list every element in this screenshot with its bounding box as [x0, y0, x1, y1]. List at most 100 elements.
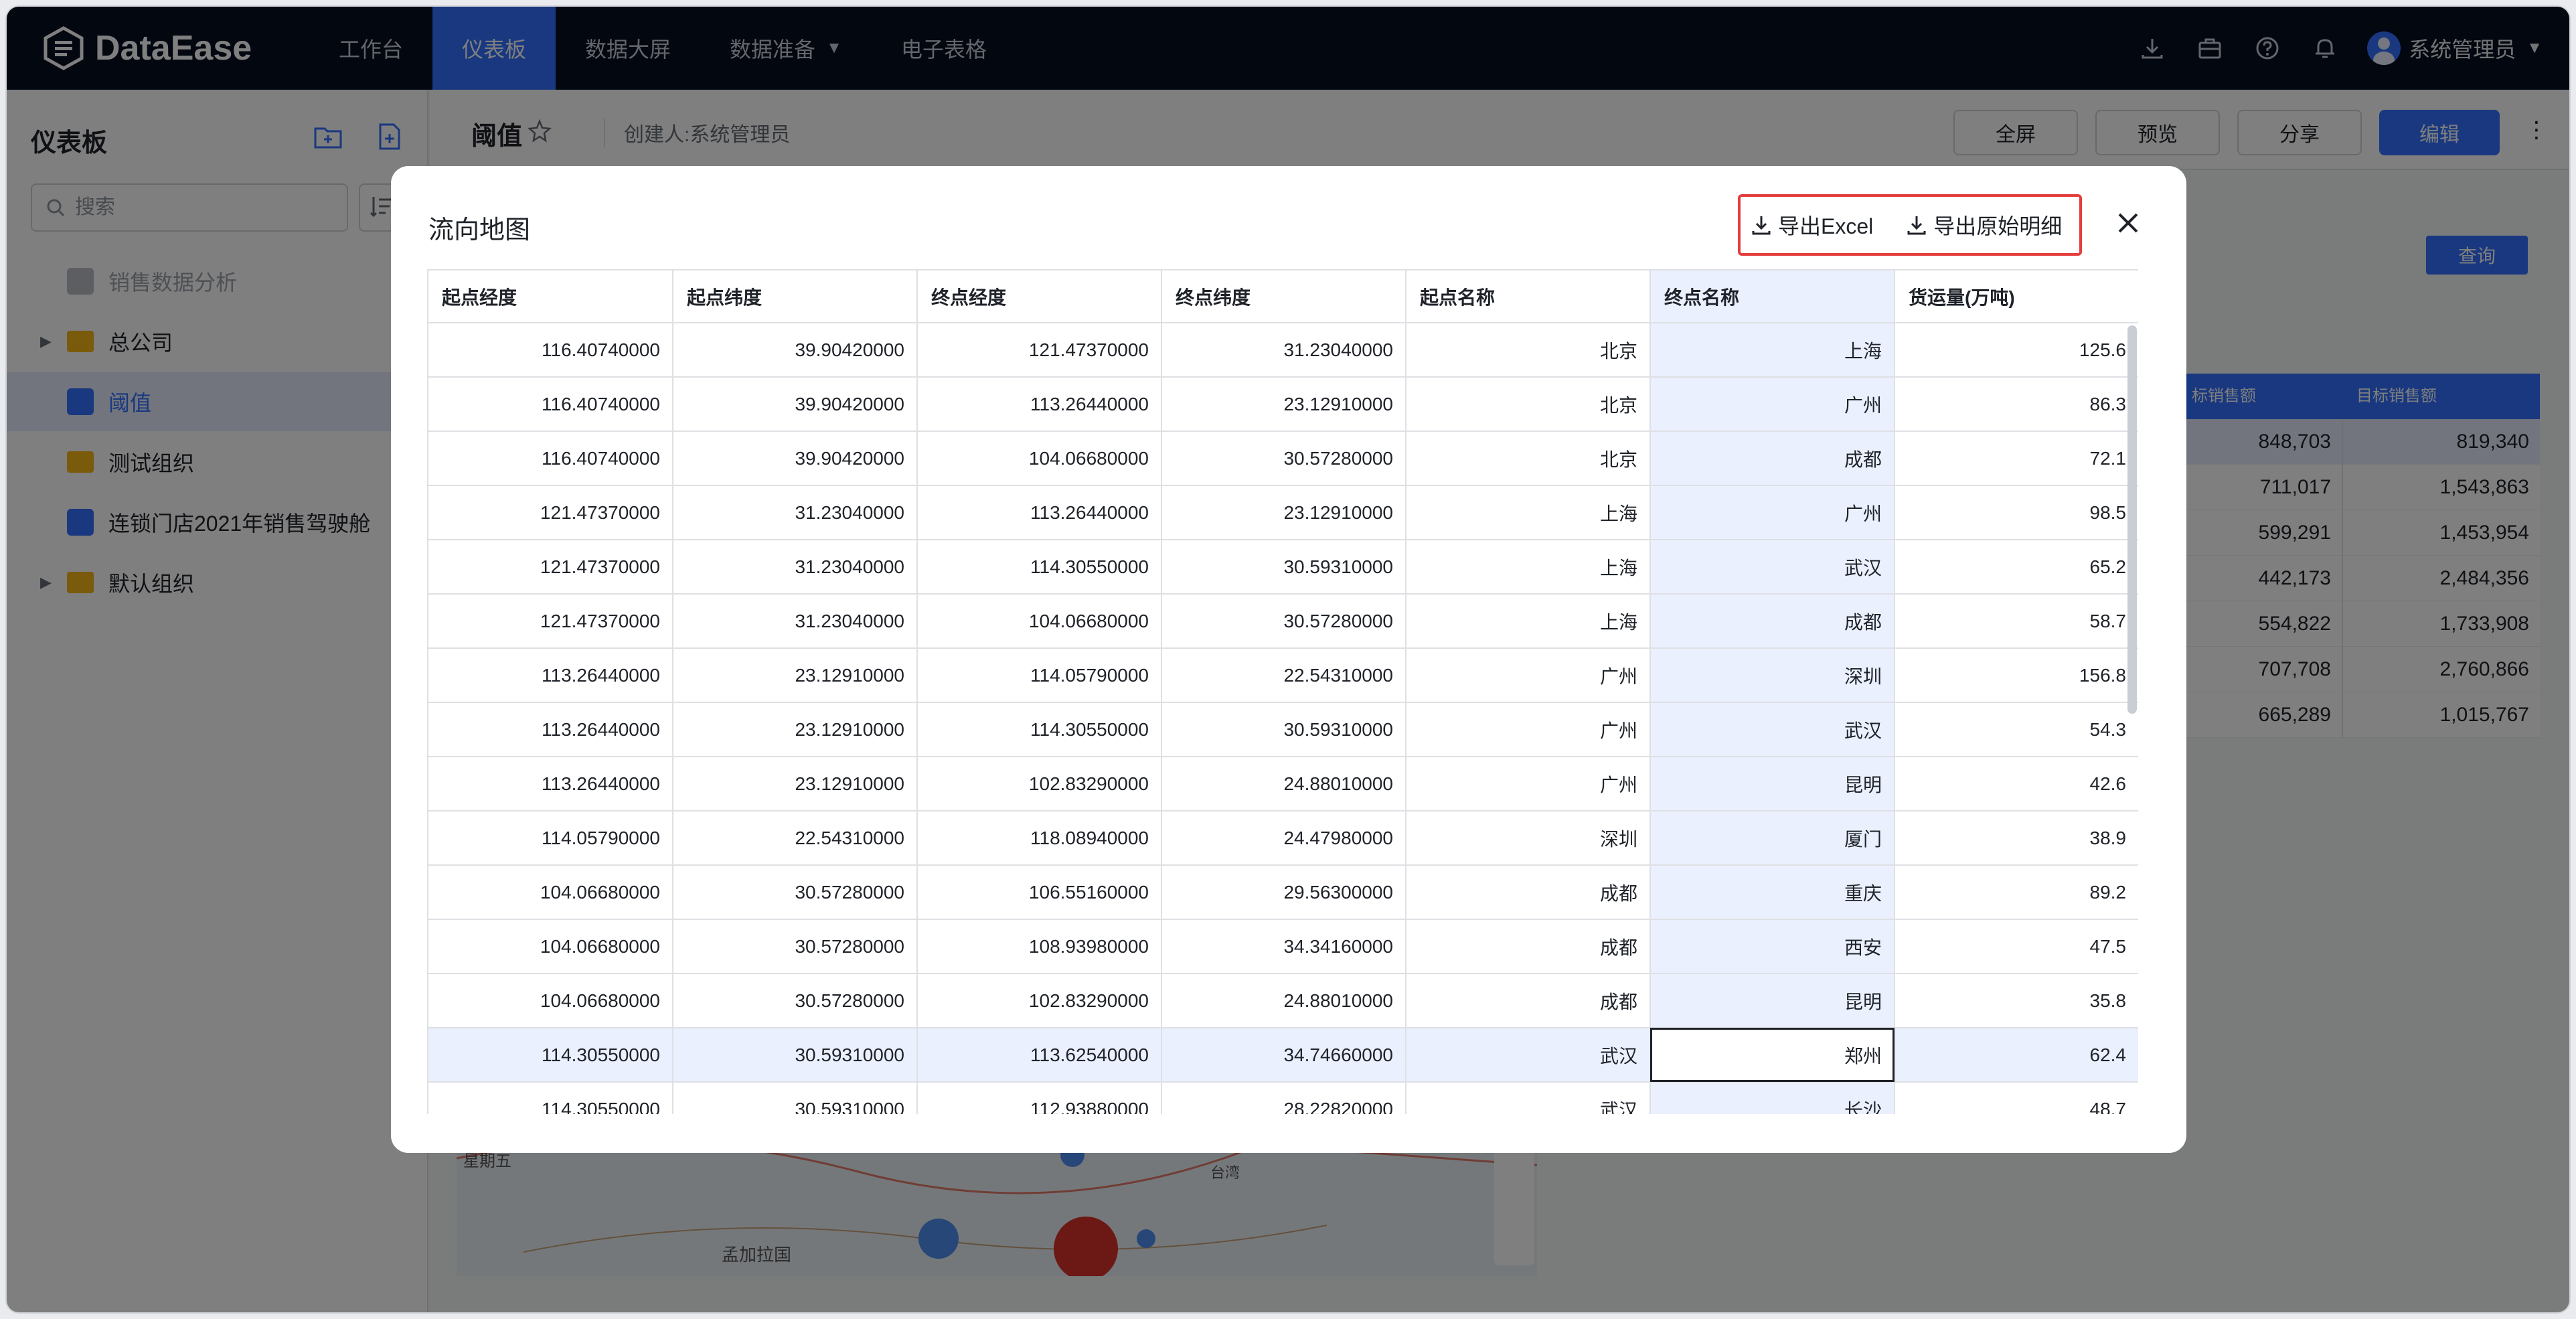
- table-cell[interactable]: 104.06680000: [917, 594, 1162, 649]
- table-cell[interactable]: 113.26440000: [917, 485, 1162, 540]
- table-cell[interactable]: 86.3: [1895, 377, 2138, 432]
- table-cell[interactable]: 47.5: [1895, 919, 2138, 974]
- table-cell[interactable]: 58.7: [1895, 594, 2138, 649]
- table-row[interactable]: 121.47370000 31.23040000 104.06680000 30.57…: [428, 594, 2138, 649]
- table-cell[interactable]: 武汉: [1406, 1082, 1651, 1114]
- table-cell[interactable]: 成都: [1406, 974, 1651, 1028]
- table-cell[interactable]: 成都: [1406, 865, 1651, 920]
- table-row[interactable]: 116.40740000 39.90420000 113.26440000 23.12…: [428, 377, 2138, 432]
- table-cell[interactable]: 29.56300000: [1161, 865, 1406, 920]
- table-cell[interactable]: 48.7: [1895, 1082, 2138, 1114]
- table-cell[interactable]: 23.12910000: [673, 757, 918, 811]
- table-row[interactable]: 113.26440000 23.12910000 114.30550000 30.59…: [428, 702, 2138, 757]
- table-cell[interactable]: 118.08940000: [917, 811, 1162, 866]
- table-row[interactable]: 104.06680000 30.57280000 106.55160000 29.56…: [428, 865, 2138, 920]
- detail-table[interactable]: 起点经度 起点纬度 终点经度 终点纬度 起点名称 终点名称 货运量(万吨) 11…: [427, 269, 2138, 1114]
- table-cell[interactable]: 35.8: [1895, 974, 2138, 1028]
- table-cell[interactable]: 39.90420000: [673, 377, 918, 432]
- table-cell[interactable]: 厦门: [1650, 811, 1895, 866]
- column-header[interactable]: 起点经度: [428, 270, 673, 323]
- table-cell[interactable]: 30.57280000: [673, 919, 918, 974]
- table-cell[interactable]: 116.40740000: [428, 377, 673, 432]
- table-cell[interactable]: 昆明: [1650, 974, 1895, 1028]
- table-cell[interactable]: 成都: [1650, 594, 1895, 649]
- table-row[interactable]: 113.26440000 23.12910000 102.83290000 24.88…: [428, 757, 2138, 811]
- table-cell[interactable]: 54.3: [1895, 702, 2138, 757]
- table-row[interactable]: 104.06680000 30.57280000 108.93980000 34.34…: [428, 919, 2138, 974]
- table-row[interactable]: 116.40740000 39.90420000 121.47370000 31.23…: [428, 323, 2138, 378]
- table-cell[interactable]: 114.05790000: [917, 648, 1162, 703]
- table-cell[interactable]: 113.26440000: [428, 702, 673, 757]
- column-header[interactable]: 货运量(万吨): [1895, 270, 2138, 323]
- table-cell[interactable]: 上海: [1650, 323, 1895, 378]
- table-row[interactable]: 114.05790000 22.54310000 118.08940000 24.47…: [428, 811, 2138, 866]
- table-cell[interactable]: 104.06680000: [428, 919, 673, 974]
- table-cell[interactable]: 上海: [1406, 540, 1651, 595]
- table-cell[interactable]: 42.6: [1895, 757, 2138, 811]
- table-cell[interactable]: 112.93880000: [917, 1082, 1162, 1114]
- table-cell[interactable]: 广州: [1650, 377, 1895, 432]
- table-row[interactable]: 116.40740000 39.90420000 104.06680000 30.57…: [428, 431, 2138, 486]
- column-header[interactable]: 起点纬度: [673, 270, 918, 323]
- close-icon[interactable]: [2111, 206, 2145, 240]
- table-cell[interactable]: 114.30550000: [917, 540, 1162, 595]
- table-cell[interactable]: 深圳: [1650, 648, 1895, 703]
- table-cell[interactable]: 24.47980000: [1161, 811, 1406, 866]
- table-row[interactable]: 113.26440000 23.12910000 114.05790000 22.54…: [428, 648, 2138, 703]
- table-cell[interactable]: 30.57280000: [1161, 431, 1406, 486]
- table-cell[interactable]: 23.12910000: [673, 648, 918, 703]
- table-cell[interactable]: 郑州: [1650, 1028, 1895, 1083]
- table-cell[interactable]: 104.06680000: [428, 974, 673, 1028]
- table-cell[interactable]: 102.83290000: [917, 757, 1162, 811]
- table-cell[interactable]: 39.90420000: [673, 323, 918, 378]
- table-cell[interactable]: 重庆: [1650, 865, 1895, 920]
- table-cell[interactable]: 72.1: [1895, 431, 2138, 486]
- table-scrollbar[interactable]: [2127, 325, 2137, 714]
- table-cell[interactable]: 113.26440000: [428, 757, 673, 811]
- table-cell[interactable]: 113.62540000: [917, 1028, 1162, 1083]
- table-cell[interactable]: 22.54310000: [673, 811, 918, 866]
- table-cell[interactable]: 114.05790000: [428, 811, 673, 866]
- table-cell[interactable]: 108.93980000: [917, 919, 1162, 974]
- table-row[interactable]: 114.30550000 30.59310000 113.62540000 34.74…: [428, 1028, 2138, 1083]
- table-cell[interactable]: 广州: [1406, 648, 1651, 703]
- table-cell[interactable]: 23.12910000: [1161, 377, 1406, 432]
- table-cell[interactable]: 125.6: [1895, 323, 2138, 378]
- table-cell[interactable]: 30.59310000: [673, 1028, 918, 1083]
- table-cell[interactable]: 广州: [1406, 702, 1651, 757]
- table-cell[interactable]: 30.59310000: [1161, 702, 1406, 757]
- table-cell[interactable]: 116.40740000: [428, 431, 673, 486]
- table-cell[interactable]: 广州: [1406, 757, 1651, 811]
- table-cell[interactable]: 98.5: [1895, 485, 2138, 540]
- table-cell[interactable]: 31.23040000: [673, 540, 918, 595]
- table-row[interactable]: 114.30550000 30.59310000 112.93880000 28.22…: [428, 1082, 2138, 1114]
- table-row[interactable]: 104.06680000 30.57280000 102.83290000 24.88…: [428, 974, 2138, 1028]
- table-cell[interactable]: 24.88010000: [1161, 974, 1406, 1028]
- export-raw-detail-button[interactable]: 导出原始明细: [1896, 197, 2071, 253]
- table-cell[interactable]: 上海: [1406, 485, 1651, 540]
- table-cell[interactable]: 89.2: [1895, 865, 2138, 920]
- table-cell[interactable]: 昆明: [1650, 757, 1895, 811]
- column-header[interactable]: 终点纬度: [1161, 270, 1406, 323]
- table-cell[interactable]: 23.12910000: [673, 702, 918, 757]
- table-cell[interactable]: 长沙: [1650, 1082, 1895, 1114]
- table-cell[interactable]: 22.54310000: [1161, 648, 1406, 703]
- table-cell[interactable]: 北京: [1406, 431, 1651, 486]
- table-cell[interactable]: 31.23040000: [673, 485, 918, 540]
- table-cell[interactable]: 121.47370000: [428, 540, 673, 595]
- table-cell[interactable]: 114.30550000: [428, 1082, 673, 1114]
- table-cell[interactable]: 24.88010000: [1161, 757, 1406, 811]
- table-cell[interactable]: 62.4: [1895, 1028, 2138, 1083]
- table-cell[interactable]: 武汉: [1650, 702, 1895, 757]
- table-cell[interactable]: 28.22820000: [1161, 1082, 1406, 1114]
- table-cell[interactable]: 116.40740000: [428, 323, 673, 378]
- table-cell[interactable]: 北京: [1406, 323, 1651, 378]
- table-cell[interactable]: 104.06680000: [917, 431, 1162, 486]
- table-cell[interactable]: 102.83290000: [917, 974, 1162, 1028]
- column-header[interactable]: 起点名称: [1406, 270, 1651, 323]
- table-cell[interactable]: 104.06680000: [428, 865, 673, 920]
- column-header[interactable]: 终点经度: [917, 270, 1162, 323]
- table-cell[interactable]: 34.74660000: [1161, 1028, 1406, 1083]
- table-cell[interactable]: 34.34160000: [1161, 919, 1406, 974]
- table-cell[interactable]: 114.30550000: [428, 1028, 673, 1083]
